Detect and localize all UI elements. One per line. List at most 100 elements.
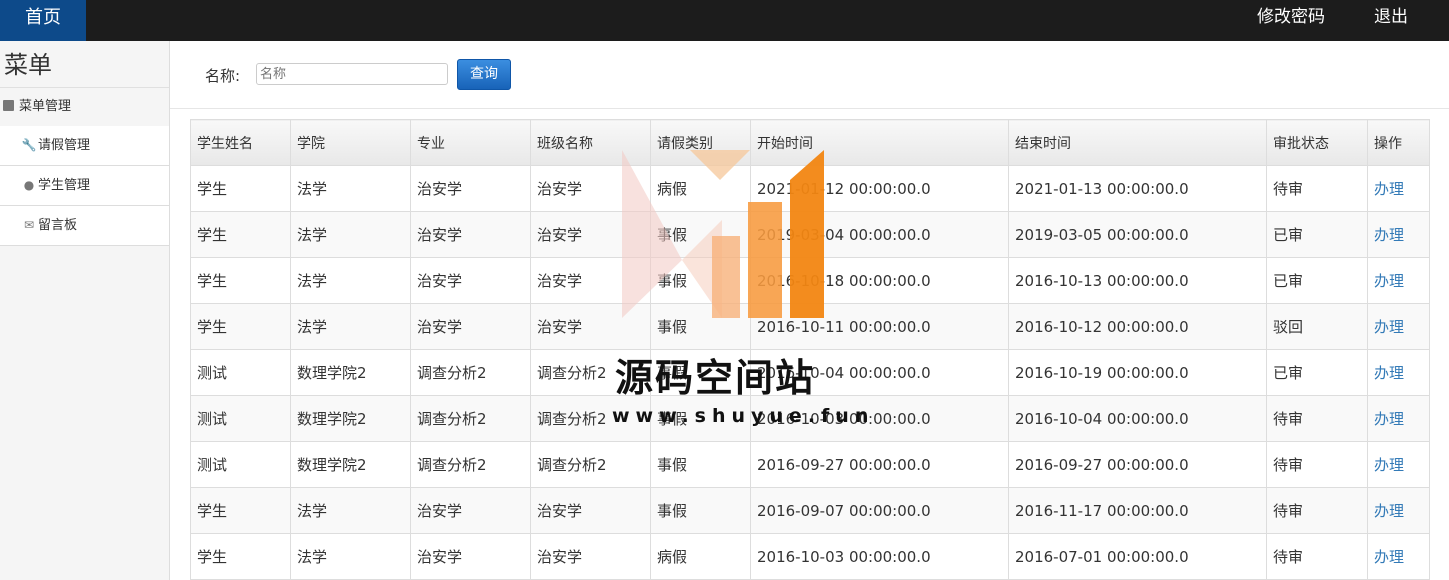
table-cell: 调查分析2 <box>410 441 531 488</box>
table-cell: 2016-10-12 00:00:00.0 <box>1008 303 1267 350</box>
sidebar-item-leave-management[interactable]: 🔧 请假管理 <box>0 126 169 166</box>
top-navbar: 首页 修改密码 退出 <box>0 0 1449 41</box>
column-header: 操作 <box>1367 119 1430 166</box>
table-cell: 学生 <box>190 487 291 534</box>
list-icon <box>3 100 14 111</box>
table-cell: 学生 <box>190 257 291 304</box>
handle-link[interactable]: 办理 <box>1367 303 1430 350</box>
handle-link[interactable]: 办理 <box>1367 349 1430 396</box>
menu-group-header[interactable]: 菜单管理 <box>0 87 169 127</box>
handle-link[interactable]: 办理 <box>1367 211 1430 258</box>
handle-link[interactable]: 办理 <box>1367 441 1430 488</box>
table-cell: 治安学 <box>530 257 651 304</box>
table-cell: 2016-10-03 00:00:00.0 <box>750 533 1009 580</box>
sidebar-item-label: 请假管理 <box>38 138 91 153</box>
column-header: 请假类别 <box>650 119 751 166</box>
table-cell: 法学 <box>290 165 411 212</box>
table-cell: 2016-09-27 00:00:00.0 <box>750 441 1009 488</box>
table-cell: 治安学 <box>410 165 531 212</box>
table-cell: 待审 <box>1266 165 1368 212</box>
table-cell: 已审 <box>1266 257 1368 304</box>
table-cell: 调查分析2 <box>410 349 531 396</box>
sidebar-item-message-board[interactable]: ✉ 留言板 <box>0 206 169 246</box>
table-cell: 待审 <box>1266 395 1368 442</box>
table-cell: 治安学 <box>410 303 531 350</box>
column-header: 开始时间 <box>750 119 1009 166</box>
table-cell: 待审 <box>1266 533 1368 580</box>
table-cell: 数理学院2 <box>290 349 411 396</box>
home-button[interactable]: 首页 <box>0 0 86 41</box>
table-cell: 驳回 <box>1266 303 1368 350</box>
table-cell: 治安学 <box>530 165 651 212</box>
table-cell: 治安学 <box>530 533 651 580</box>
table-cell: 事假 <box>650 487 751 534</box>
table-cell: 事假 <box>650 441 751 488</box>
table-cell: 2016-09-07 00:00:00.0 <box>750 487 1009 534</box>
table-cell: 调查分析2 <box>530 441 651 488</box>
menu-group-label: 菜单管理 <box>19 99 72 114</box>
table-cell: 治安学 <box>530 303 651 350</box>
logout-link[interactable]: 退出 <box>1374 0 1408 36</box>
table-cell: 2016-10-04 00:00:00.0 <box>1008 395 1267 442</box>
column-header: 专业 <box>410 119 531 166</box>
table-row: 测试 数理学院2 调查分析2 调查分析2 事假 2016-09-27 00:00:00.0… <box>190 441 1430 488</box>
comment-icon: ● <box>23 178 35 192</box>
table-cell: 学生 <box>190 303 291 350</box>
table-cell: 治安学 <box>410 487 531 534</box>
table-cell: 调查分析2 <box>410 395 531 442</box>
handle-link[interactable]: 办理 <box>1367 487 1430 534</box>
table-cell: 数理学院2 <box>290 441 411 488</box>
table-cell: 已审 <box>1266 211 1368 258</box>
table-cell: 法学 <box>290 303 411 350</box>
table-cell: 治安学 <box>410 211 531 258</box>
watermark-url: www.shuyue.fun <box>612 405 875 427</box>
table-cell: 治安学 <box>410 257 531 304</box>
table-cell: 学生 <box>190 533 291 580</box>
table-header-row: 学生姓名 学院 专业 班级名称 请假类别 开始时间 结束时间 审批状态 操作 <box>190 119 1430 166</box>
table-cell: 2021-01-12 00:00:00.0 <box>750 165 1009 212</box>
table-cell: 治安学 <box>410 533 531 580</box>
table-cell: 2016-11-17 00:00:00.0 <box>1008 487 1267 534</box>
handle-link[interactable]: 办理 <box>1367 533 1430 580</box>
table-cell: 事假 <box>650 211 751 258</box>
table-cell: 学生 <box>190 165 291 212</box>
table-cell: 治安学 <box>530 211 651 258</box>
table-cell: 2021-01-13 00:00:00.0 <box>1008 165 1267 212</box>
query-button[interactable]: 查询 <box>457 59 511 90</box>
wrench-icon: 🔧 <box>21 138 37 152</box>
change-password-link[interactable]: 修改密码 <box>1257 0 1325 36</box>
handle-link[interactable]: 办理 <box>1367 395 1430 442</box>
table-cell: 学生 <box>190 211 291 258</box>
table-cell: 病假 <box>650 165 751 212</box>
table-cell: 2016-10-19 00:00:00.0 <box>1008 349 1267 396</box>
column-header: 班级名称 <box>530 119 651 166</box>
envelope-icon: ✉ <box>23 218 35 232</box>
table-cell: 法学 <box>290 257 411 304</box>
handle-link[interactable]: 办理 <box>1367 257 1430 304</box>
table-row: 学生 法学 治安学 治安学 病假 2016-10-03 00:00:00.0 2016-07… <box>190 533 1430 580</box>
table-cell: 2016-10-13 00:00:00.0 <box>1008 257 1267 304</box>
table-row: 学生 法学 治安学 治安学 病假 2021-01-12 00:00:00.0 2021-01… <box>190 165 1430 212</box>
sidebar-item-label: 留言板 <box>38 218 78 233</box>
sidebar-item-student-management[interactable]: ● 学生管理 <box>0 166 169 206</box>
table-cell: 事假 <box>650 257 751 304</box>
table-row: 学生 法学 治安学 治安学 事假 2019-03-04 00:00:00.0 2019-03… <box>190 211 1430 258</box>
sidebar: 菜单 菜单管理 🔧 请假管理 ● 学生管理 ✉ 留言板 <box>0 41 170 580</box>
table-cell: 待审 <box>1266 441 1368 488</box>
handle-link[interactable]: 办理 <box>1367 165 1430 212</box>
table-cell: 2019-03-04 00:00:00.0 <box>750 211 1009 258</box>
table-cell: 病假 <box>650 533 751 580</box>
table-cell: 事假 <box>650 303 751 350</box>
table-cell: 法学 <box>290 487 411 534</box>
column-header: 学生姓名 <box>190 119 291 166</box>
table-cell: 2016-10-18 00:00:00.0 <box>750 257 1009 304</box>
table-row: 学生 法学 治安学 治安学 事假 2016-10-18 00:00:00.0 2016-10… <box>190 257 1430 304</box>
table-cell: 法学 <box>290 533 411 580</box>
table-cell: 测试 <box>190 395 291 442</box>
name-search-input[interactable] <box>256 63 448 85</box>
table-cell: 待审 <box>1266 487 1368 534</box>
search-bar: 名称: 查询 <box>170 41 1449 109</box>
table-cell: 测试 <box>190 349 291 396</box>
column-header: 审批状态 <box>1266 119 1368 166</box>
menu-title: 菜单 <box>4 51 52 79</box>
